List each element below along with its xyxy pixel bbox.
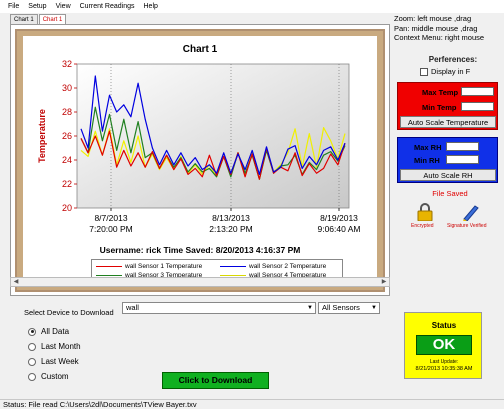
tab-chart-1-active[interactable]: Chart 1: [38, 14, 67, 24]
temperature-scale-box: Max Temp Min Temp Auto Scale Temperature: [397, 82, 498, 130]
rh-scale-box: Max RH Min RH Auto Scale RH: [397, 137, 498, 183]
legend-entry: wall Sensor 1 Temperature: [96, 263, 202, 270]
signature-pen-icon: [460, 203, 480, 222]
signature-verified-label: Signature Verified: [447, 223, 487, 229]
legend-swatch: [96, 275, 122, 276]
legend-label: wall Sensor 2 Temperature: [249, 263, 327, 270]
radio-button[interactable]: [28, 327, 36, 336]
y-tick-label: 32: [62, 59, 72, 69]
tab-chart-1[interactable]: Chart 1: [10, 14, 38, 24]
chart-tabs: Chart 1 Chart 1: [10, 14, 67, 24]
file-saved-text: File Saved: [432, 189, 468, 198]
radio-label: Last Month: [41, 342, 81, 351]
menu-bar: File Setup View Current Readings Help: [0, 0, 504, 13]
status-title: Status: [431, 321, 457, 330]
preferences-title: Perferences:: [428, 55, 478, 64]
y-tick-label: 26: [62, 131, 72, 141]
max-temp-field[interactable]: [461, 87, 494, 96]
auto-scale-temperature-button[interactable]: Auto Scale Temperature: [400, 116, 496, 128]
menu-current-readings[interactable]: Current Readings: [80, 3, 135, 10]
y-tick-label: 28: [62, 107, 72, 117]
menu-help[interactable]: Help: [144, 3, 158, 10]
display-f-option[interactable]: Display in F: [420, 67, 470, 76]
legend-entry: wall Sensor 2 Temperature: [220, 263, 326, 270]
y-axis-label: Temperature: [37, 109, 47, 163]
chart-title: Chart 1: [182, 44, 218, 55]
last-update-label: Last Update:: [429, 359, 459, 365]
chart-panel: 32 30 28 26 24 22 20 Temperature 8/7/2013 7:20:00…: [10, 24, 390, 296]
device-select-value: wall: [126, 303, 139, 312]
radio-label: Custom: [41, 372, 69, 381]
radio-button[interactable]: [28, 372, 36, 381]
menu-file[interactable]: File: [8, 3, 19, 10]
sensor-select-value: All Sensors: [322, 303, 360, 312]
status-bar: Status: File read C:\Users\2dl\Documents…: [0, 399, 504, 409]
encrypted-label: Encrypted: [411, 223, 434, 229]
scroll-left-icon[interactable]: ◀: [11, 278, 21, 286]
y-tick-label: 20: [62, 203, 72, 213]
status-panel: Status OK Last Update: 8/21/2013 10:35:3…: [404, 312, 482, 379]
hint-pan: Pan: middle mouse ,drag: [394, 23, 478, 33]
download-button[interactable]: Click to Download: [162, 372, 269, 389]
hint-context-menu: Context Menu: right mouse: [394, 33, 485, 42]
display-f-checkbox[interactable]: [420, 67, 428, 76]
legend-swatch: [96, 266, 122, 267]
x-tick-date: 8/13/2013: [212, 213, 250, 223]
min-rh-label: Min RH: [414, 156, 440, 165]
padlock-icon: [415, 203, 435, 222]
radio-label: All Data: [41, 327, 70, 336]
chart-username-line: Username: rick Time Saved: 8/20/2013 4:1…: [99, 245, 301, 255]
chevron-down-icon: ▼: [371, 305, 377, 311]
radio-last-month[interactable]: Last Month: [28, 342, 81, 351]
y-tick-label: 24: [62, 155, 72, 165]
chart-area[interactable]: 32 30 28 26 24 22 20 Temperature 8/7/2013 7:20:00…: [23, 36, 377, 285]
min-temp-field[interactable]: [461, 102, 494, 111]
hints-panel: Zoom: left mouse ,drag Pan: middle mouse…: [394, 14, 502, 43]
last-update-value: 8/21/2013 10:35:38 AM: [415, 366, 473, 372]
menu-view[interactable]: View: [56, 3, 71, 10]
scroll-right-icon[interactable]: ▶: [379, 278, 389, 286]
radio-all-data[interactable]: All Data: [28, 327, 69, 336]
legend-swatch: [220, 275, 246, 276]
y-tick-label: 30: [62, 83, 72, 93]
radio-custom[interactable]: Custom: [28, 372, 69, 381]
display-f-label: Display in F: [431, 67, 471, 76]
y-tick-label: 22: [62, 179, 72, 189]
chart-border: 32 30 28 26 24 22 20 Temperature 8/7/2013 7:20:00…: [15, 29, 385, 292]
menu-setup[interactable]: Setup: [28, 3, 46, 10]
legend-swatch: [220, 266, 246, 267]
chart-horizontal-scrollbar[interactable]: ◀ ▶: [10, 277, 390, 287]
ok-status-button[interactable]: OK: [416, 335, 472, 355]
chevron-down-icon: ▼: [307, 305, 313, 311]
x-tick-time: 2:13:20 PM: [209, 224, 252, 234]
legend-label: wall Sensor 1 Temperature: [125, 263, 203, 270]
radio-last-week[interactable]: Last Week: [28, 357, 79, 366]
max-rh-label: Max RH: [414, 143, 442, 152]
radio-button[interactable]: [28, 342, 36, 351]
radio-label: Last Week: [41, 357, 79, 366]
x-tick-date: 8/19/2013: [320, 213, 358, 223]
select-device-label: Select Device to Download: [24, 308, 114, 317]
min-rh-field[interactable]: [446, 155, 479, 164]
max-rh-field[interactable]: [446, 142, 479, 151]
min-temp-label: Min Temp: [422, 103, 457, 112]
max-temp-label: Max Temp: [422, 88, 459, 97]
radio-button[interactable]: [28, 357, 36, 366]
x-tick-time: 9:06:40 AM: [317, 224, 360, 234]
sensor-select[interactable]: All Sensors ▼: [318, 302, 380, 314]
auto-scale-rh-button[interactable]: Auto Scale RH: [400, 169, 496, 181]
hint-zoom: Zoom: left mouse ,drag: [394, 14, 472, 23]
device-select[interactable]: wall ▼: [122, 302, 316, 314]
x-tick-date: 8/7/2013: [94, 213, 127, 223]
x-tick-time: 7:20:00 PM: [89, 224, 132, 234]
